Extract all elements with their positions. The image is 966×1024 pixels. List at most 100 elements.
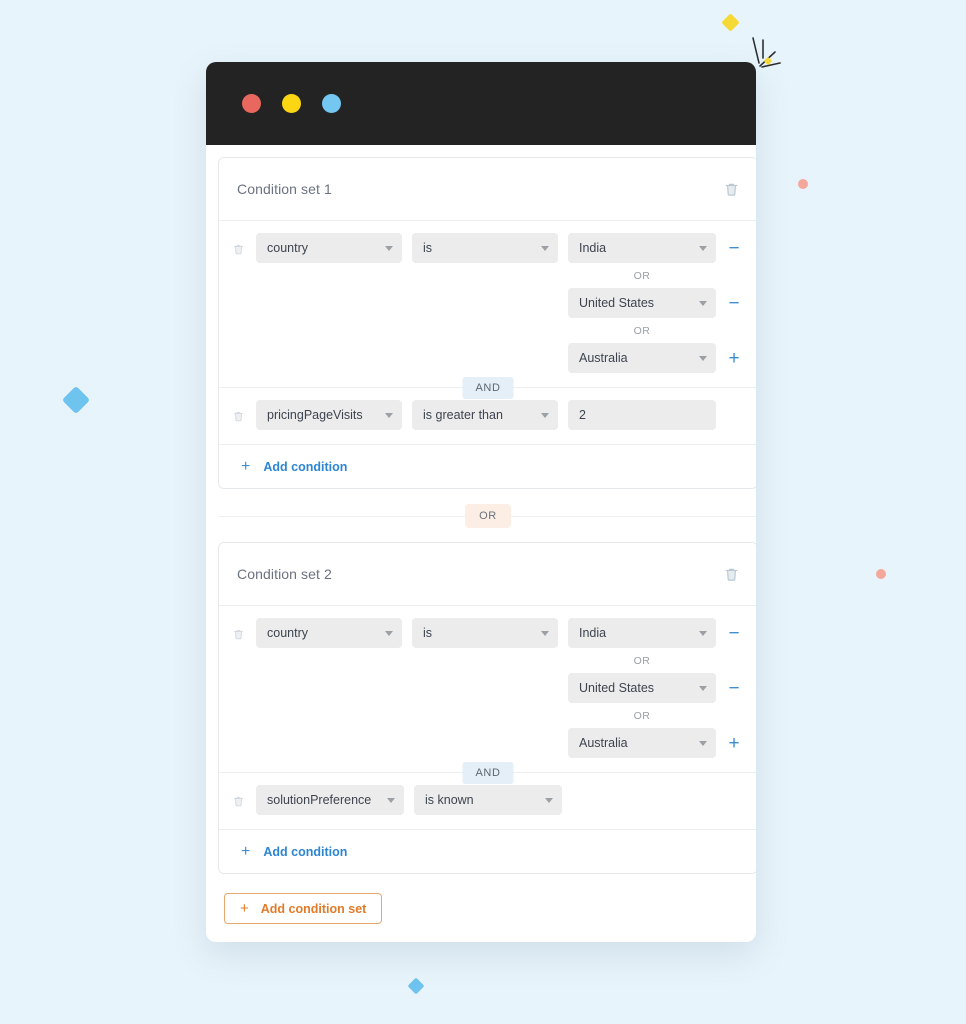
- condition-group: country is India − OR United States − OR Austral…: [219, 221, 756, 387]
- close-dot[interactable]: [242, 94, 261, 113]
- condition-builder-viewport: Condition set 1 country is India − OR United S…: [206, 145, 756, 942]
- value-select[interactable]: India: [568, 618, 716, 648]
- pink-dot-upper-decoration: [798, 179, 808, 189]
- add-condition-set-label: Add condition set: [260, 901, 367, 916]
- value-select-value: United States: [579, 681, 655, 695]
- operator-select-value: is: [423, 241, 433, 255]
- add-condition-set-button[interactable]: + Add condition set: [224, 893, 383, 924]
- add-condition-button[interactable]: + Add condition: [219, 829, 756, 873]
- value-or-label: OR: [633, 325, 651, 337]
- window-titlebar: [206, 62, 756, 145]
- value-select-value: United States: [579, 296, 655, 310]
- delete-condition-button[interactable]: [232, 795, 246, 809]
- chevron-down-icon: [699, 245, 707, 251]
- chevron-down-icon: [699, 740, 707, 746]
- field-select-value: country: [267, 626, 308, 640]
- condition-set-card: Condition set 2 country is India − OR United S…: [218, 542, 756, 874]
- value-select-value: India: [579, 241, 607, 255]
- plus-icon[interactable]: +: [727, 349, 741, 368]
- chevron-down-icon: [699, 300, 707, 306]
- yellow-diamond-decoration: [721, 13, 740, 32]
- value-line: Australia +: [568, 728, 741, 758]
- add-condition-set-area: + Add condition set: [218, 874, 756, 924]
- delete-condition-set-button[interactable]: [721, 563, 741, 585]
- condition-sets-container: Condition set 1 country is India − OR United S…: [218, 157, 756, 874]
- chevron-down-icon: [385, 630, 393, 636]
- value-select[interactable]: United States: [568, 673, 716, 703]
- value-line: India −: [568, 618, 741, 648]
- chevron-down-icon: [699, 355, 707, 361]
- delete-condition-button[interactable]: [232, 243, 246, 257]
- chevron-down-icon: [385, 412, 393, 418]
- value-select[interactable]: Australia: [568, 728, 716, 758]
- minus-icon[interactable]: −: [727, 679, 741, 698]
- operator-select-value: is known: [425, 793, 474, 807]
- value-line: 2: [568, 400, 741, 430]
- value-input-text: 2: [579, 408, 586, 422]
- field-select[interactable]: country: [256, 233, 402, 263]
- value-line: India −: [568, 233, 741, 263]
- condition-set-title: Condition set 2: [237, 566, 332, 582]
- value-line: Australia +: [568, 343, 741, 373]
- chevron-down-icon: [541, 630, 549, 636]
- minus-icon[interactable]: −: [727, 624, 741, 643]
- browser-window: Condition set 1 country is India − OR United S…: [206, 62, 756, 942]
- value-select-value: Australia: [579, 736, 628, 750]
- chevron-down-icon: [385, 245, 393, 251]
- condition-set-header: Condition set 2: [219, 543, 756, 606]
- field-select-value: pricingPageVisits: [267, 408, 363, 422]
- condition-row: country is India − OR United States − OR Austral…: [232, 618, 741, 758]
- delete-condition-button[interactable]: [232, 628, 246, 642]
- minus-icon[interactable]: −: [727, 239, 741, 258]
- condition-group: solutionPreference is known: [219, 773, 756, 829]
- value-or-label: OR: [633, 270, 651, 282]
- minimize-dot[interactable]: [282, 94, 301, 113]
- condition-row: solutionPreference is known: [232, 785, 741, 815]
- condition-row: pricingPageVisits is greater than 2: [232, 400, 741, 430]
- chevron-down-icon: [699, 685, 707, 691]
- operator-select[interactable]: is greater than: [412, 400, 558, 430]
- field-select[interactable]: pricingPageVisits: [256, 400, 402, 430]
- operator-select[interactable]: is: [412, 233, 558, 263]
- operator-select[interactable]: is: [412, 618, 558, 648]
- value-select-value: Australia: [579, 351, 628, 365]
- delete-condition-button[interactable]: [232, 410, 246, 424]
- delete-condition-set-button[interactable]: [721, 178, 741, 200]
- chevron-down-icon: [545, 797, 553, 803]
- condition-set-title: Condition set 1: [237, 181, 332, 197]
- value-input[interactable]: 2: [568, 400, 716, 430]
- set-or-badge: OR: [465, 503, 511, 528]
- plus-icon: +: [241, 842, 251, 860]
- value-select-value: India: [579, 626, 607, 640]
- value-select[interactable]: United States: [568, 288, 716, 318]
- chevron-down-icon: [387, 797, 395, 803]
- field-select-value: country: [267, 241, 308, 255]
- minus-icon[interactable]: −: [727, 294, 741, 313]
- chevron-down-icon: [541, 245, 549, 251]
- plus-icon[interactable]: +: [727, 734, 741, 753]
- blue-diamond-small-decoration: [407, 977, 425, 995]
- value-line: United States −: [568, 673, 741, 703]
- field-select[interactable]: solutionPreference: [256, 785, 404, 815]
- blue-diamond-large-decoration: [61, 385, 91, 415]
- condition-row: country is India − OR United States − OR Austral…: [232, 233, 741, 373]
- plus-icon: +: [241, 457, 251, 475]
- operator-select[interactable]: is known: [414, 785, 562, 815]
- value-line: United States −: [568, 288, 741, 318]
- add-condition-label: Add condition: [263, 459, 348, 474]
- pink-dot-lower-decoration: [876, 569, 886, 579]
- maximize-dot[interactable]: [322, 94, 341, 113]
- add-condition-label: Add condition: [263, 844, 348, 859]
- operator-select-value: is greater than: [423, 408, 503, 422]
- field-select-value: solutionPreference: [267, 793, 372, 807]
- add-condition-button[interactable]: + Add condition: [219, 444, 756, 488]
- value-column: India − OR United States − OR Australia +: [568, 233, 741, 373]
- value-select[interactable]: Australia: [568, 343, 716, 373]
- field-select[interactable]: country: [256, 618, 402, 648]
- value-select[interactable]: India: [568, 233, 716, 263]
- condition-set-card: Condition set 1 country is India − OR United S…: [218, 157, 756, 489]
- condition-set-separator: OR: [218, 489, 756, 542]
- condition-group: pricingPageVisits is greater than 2: [219, 388, 756, 444]
- value-or-label: OR: [633, 655, 651, 667]
- value-column: 2: [568, 400, 741, 430]
